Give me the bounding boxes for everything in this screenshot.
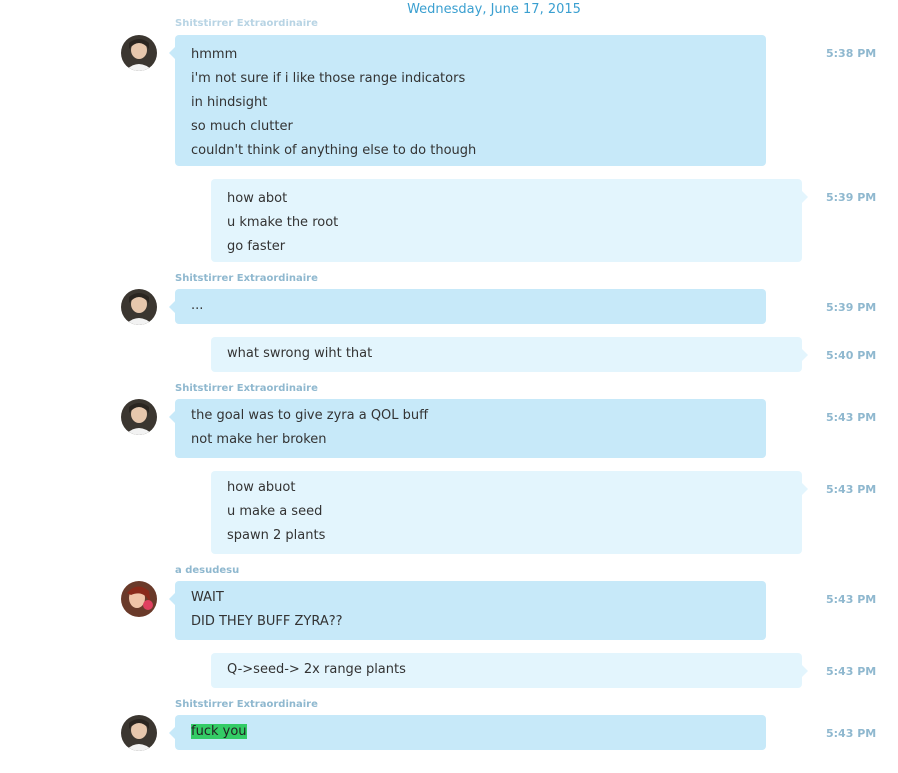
message-bubble: hmmm i'm not sure if i like those range … [169, 35, 766, 166]
message-line: not make her broken [191, 432, 327, 447]
avatar[interactable] [121, 35, 157, 71]
message-bubble: ... [169, 289, 766, 324]
timestamp: 5:39 PM [826, 191, 877, 204]
message-line: ... [191, 298, 204, 313]
sender-name-clipped: Shitstirrer Extraordinaire [175, 19, 318, 27]
message-line: so much clutter [191, 119, 293, 134]
message-line: u make a seed [227, 504, 323, 519]
message-line: DID THEY BUFF ZYRA?? [191, 614, 343, 629]
message-bubble: Q->seed-> 2x range plants [211, 653, 808, 688]
message-line: spawn 2 plants [227, 528, 326, 543]
message-line: hmmm [191, 47, 238, 62]
timestamp: 5:43 PM [826, 727, 877, 740]
message-bubble: what swrong wiht that [211, 337, 808, 372]
message-line: i'm not sure if i like those range indic… [191, 71, 466, 86]
message-bubble: fuck you [169, 715, 766, 750]
date-header: Wednesday, June 17, 2015 [407, 2, 581, 17]
message-bubble: how abot u kmake the root go faster [211, 179, 808, 262]
timestamp: 5:38 PM [826, 47, 877, 60]
avatar[interactable] [121, 399, 157, 435]
timestamp: 5:40 PM [826, 349, 877, 362]
message-line: u kmake the root [227, 215, 339, 230]
message-line: how abot [227, 191, 288, 206]
message-bubble: the goal was to give zyra a QOL buff not… [169, 399, 766, 458]
search-highlight: fuck you [191, 724, 247, 739]
sender-name: a desudesu [175, 565, 240, 576]
timestamp: 5:43 PM [826, 483, 877, 496]
avatar[interactable] [121, 289, 157, 325]
timestamp: 5:39 PM [826, 301, 877, 314]
message-line: in hindsight [191, 95, 268, 110]
message-line: how abuot [227, 480, 296, 495]
message-line: Q->seed-> 2x range plants [227, 662, 406, 677]
avatar[interactable] [121, 715, 157, 751]
sender-name: Shitstirrer Extraordinaire [175, 273, 318, 284]
sender-name: Shitstirrer Extraordinaire [175, 383, 318, 394]
timestamp: 5:43 PM [826, 593, 877, 606]
message-line: WAIT [191, 590, 224, 605]
message-bubble: how abuot u make a seed spawn 2 plants [211, 471, 808, 554]
message-line: what swrong wiht that [227, 346, 373, 361]
avatar[interactable] [121, 581, 157, 617]
message-line: the goal was to give zyra a QOL buff [191, 408, 429, 423]
message-line: couldn't think of anything else to do th… [191, 143, 477, 158]
timestamp: 5:43 PM [826, 665, 877, 678]
sender-name: Shitstirrer Extraordinaire [175, 699, 318, 710]
message-bubble: WAIT DID THEY BUFF ZYRA?? [169, 581, 766, 640]
message-line: go faster [227, 239, 286, 254]
timestamp: 5:43 PM [826, 411, 877, 424]
message-line: fuck you [191, 720, 750, 744]
